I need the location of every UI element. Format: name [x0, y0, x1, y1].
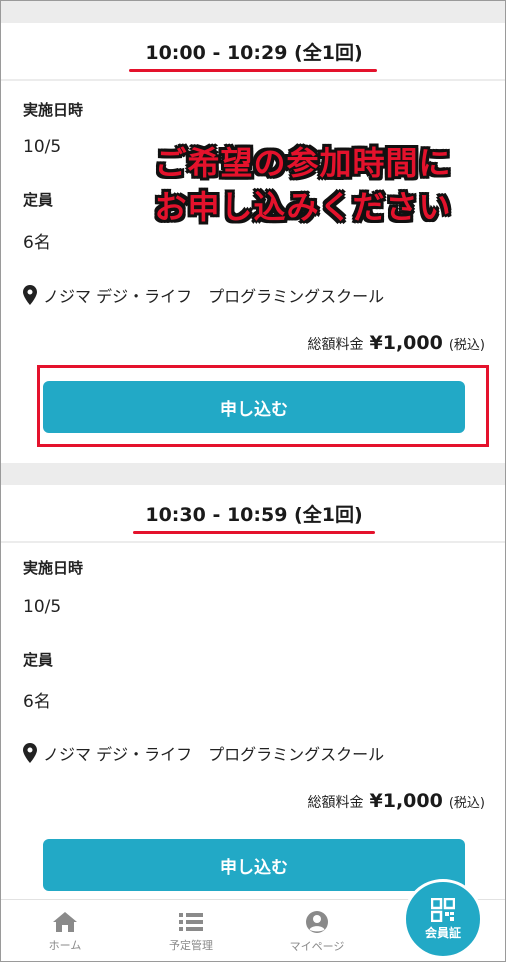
tab-home-label: ホーム [48, 939, 82, 952]
price-amount: ¥1,000 [369, 790, 443, 812]
member-card-button[interactable]: 会員証 [403, 879, 483, 959]
location-row: ノジマ デジ・ライフ プログラミングスクール [23, 283, 384, 307]
capacity-value: 6名 [23, 692, 51, 712]
title-underline [129, 69, 377, 72]
capacity-value: 6名 [23, 233, 51, 253]
top-separator-band [1, 1, 505, 23]
date-value: 10/5 [23, 137, 62, 157]
price-label: 総額料金 [307, 337, 364, 353]
tab-home[interactable]: ホーム [5, 900, 125, 961]
capacity-label: 定員 [23, 191, 54, 209]
divider [1, 541, 505, 543]
price-row: 総額料金 ¥1,000 (税込) [308, 790, 485, 812]
price-amount: ¥1,000 [369, 332, 443, 354]
map-pin-icon [23, 743, 37, 763]
date-label: 実施日時 [23, 101, 84, 119]
time-slot-card: 10:30 - 10:59 (全1回) 実施日時 10/5 定員 6名 ノジマ … [1, 485, 505, 899]
member-card-label: 会員証 [424, 925, 461, 940]
user-icon [306, 911, 328, 933]
instruction-line-1: ご希望の参加時間に [154, 144, 452, 182]
tab-mypage[interactable]: マイページ [257, 900, 377, 961]
slot-separator-band [1, 463, 505, 485]
date-label: 実施日時 [23, 559, 84, 577]
apply-highlight-box [37, 365, 489, 447]
price-tax: (税込) [448, 796, 485, 811]
instruction-line-2: お申し込みください [154, 188, 452, 226]
title-underline [133, 531, 375, 534]
instruction-overlay: ご希望の参加時間に お申し込みください [123, 141, 483, 229]
location-text: ノジマ デジ・ライフ プログラミングスクール [43, 745, 385, 764]
tab-schedule[interactable]: 予定管理 [131, 900, 251, 961]
price-label: 総額料金 [307, 795, 364, 811]
app-screen: 10:00 - 10:29 (全1回) 実施日時 10/5 定員 6名 ノジマ … [0, 0, 506, 962]
location-text: ノジマ デジ・ライフ プログラミングスクール [43, 287, 385, 306]
divider [1, 79, 505, 81]
capacity-label: 定員 [23, 651, 54, 669]
map-pin-icon [23, 285, 37, 305]
tab-schedule-label: 予定管理 [169, 939, 213, 952]
apply-button[interactable]: 申し込む [43, 839, 465, 891]
date-value: 10/5 [23, 597, 62, 617]
location-row: ノジマ デジ・ライフ プログラミングスクール [23, 741, 384, 765]
qr-code-icon [431, 897, 455, 922]
price-row: 総額料金 ¥1,000 (税込) [308, 332, 485, 354]
price-tax: (税込) [448, 338, 485, 353]
list-icon [179, 913, 203, 931]
home-icon [53, 912, 77, 932]
tab-mypage-label: マイページ [289, 940, 345, 953]
